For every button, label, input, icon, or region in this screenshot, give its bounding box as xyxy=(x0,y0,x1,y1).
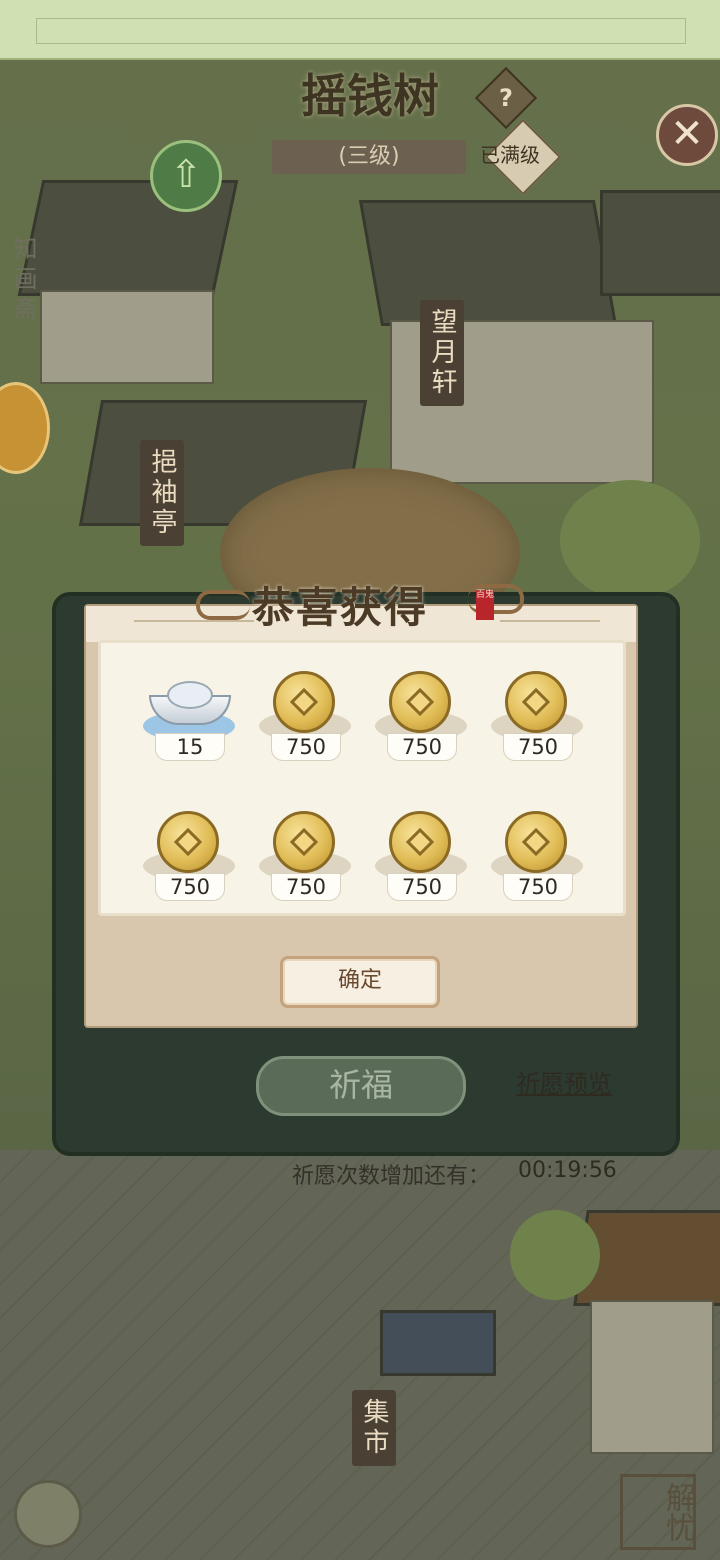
sign-jishi[interactable]: 集市 xyxy=(352,1390,396,1466)
wish-timer-label: 祈愿次数增加还有： xyxy=(292,1164,491,1189)
pray-button[interactable]: 祈福 xyxy=(256,1056,466,1116)
reward-count: 750 xyxy=(271,733,341,761)
reward-item[interactable]: 15 xyxy=(131,657,247,787)
reward-count: 750 xyxy=(271,873,341,901)
sign-yixiuting[interactable]: 挹袖亭 xyxy=(140,440,184,546)
silver-ingot-icon xyxy=(149,677,231,729)
reward-grid: 15 750 750 750 750 750 750 750 xyxy=(98,640,626,916)
reward-item[interactable]: 750 xyxy=(363,797,479,927)
reward-count: 750 xyxy=(387,873,457,901)
reward-item[interactable]: 750 xyxy=(363,657,479,787)
wish-timer-value: 00:19:56 xyxy=(518,1158,617,1183)
copper-coin-icon xyxy=(389,811,451,873)
wish-preview-link[interactable]: 祈愿预览 xyxy=(516,1064,612,1099)
confirm-button[interactable]: 确定 xyxy=(280,956,440,1008)
copper-coin-icon xyxy=(157,811,219,873)
solve-worries-button[interactable]: 解忧 xyxy=(620,1474,696,1550)
page-title: 摇钱树 xyxy=(301,69,439,123)
reward-count: 750 xyxy=(503,873,573,901)
copper-coin-icon xyxy=(273,671,335,733)
cloud-swirl-icon xyxy=(196,590,250,620)
reward-item[interactable]: 750 xyxy=(479,657,595,787)
upgrade-arrow-icon[interactable]: ⇧ xyxy=(150,140,222,212)
reward-count: 750 xyxy=(387,733,457,761)
reward-count: 750 xyxy=(155,873,225,901)
reward-item[interactable]: 750 xyxy=(247,797,363,927)
status-bar xyxy=(0,0,720,60)
reward-item[interactable]: 750 xyxy=(479,797,595,927)
reward-headline-text: 恭喜获得 xyxy=(252,583,429,632)
copper-coin-icon xyxy=(389,671,451,733)
sign-zhihuazhai[interactable]: 知画斋 xyxy=(6,236,41,326)
level-label: (三级) xyxy=(272,140,466,174)
reward-count: 750 xyxy=(503,733,573,761)
reward-item[interactable]: 750 xyxy=(131,797,247,927)
sign-wangyuexuan[interactable]: 望月轩 xyxy=(420,300,464,406)
close-button[interactable]: ✕ xyxy=(656,104,718,166)
brush-icon[interactable] xyxy=(14,1480,82,1548)
copper-coin-icon xyxy=(505,671,567,733)
copper-coin-icon xyxy=(505,811,567,873)
question-icon: ? xyxy=(499,84,513,112)
max-level-text: 已满级 xyxy=(480,143,540,167)
reward-item[interactable]: 750 xyxy=(247,657,363,787)
red-seal-stamp: 百鬼 xyxy=(476,590,494,620)
reward-count: 15 xyxy=(155,733,225,761)
copper-coin-icon xyxy=(273,811,335,873)
